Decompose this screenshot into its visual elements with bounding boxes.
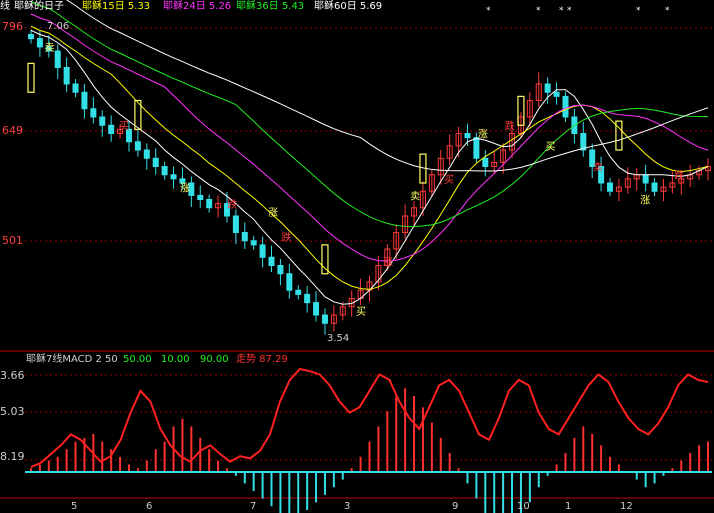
signal-glyph: 跌 xyxy=(674,169,684,182)
low-price-label: 3.54 xyxy=(327,333,350,344)
candle-down xyxy=(206,199,213,209)
candle-down xyxy=(36,38,43,48)
price-axis-label: 649 xyxy=(2,124,23,137)
ma-legend-ma60: 耶稣60日 5.69 xyxy=(314,1,383,12)
price-axis-label: 796 xyxy=(2,20,23,33)
candle-down xyxy=(143,149,150,159)
ma36-line xyxy=(30,1,709,228)
macd-title: 耶稣7线MACD 2 50 xyxy=(26,354,118,365)
signal-glyph: 卖 xyxy=(593,162,603,174)
candle-down xyxy=(197,194,204,200)
candle-down xyxy=(473,137,480,159)
candle-down xyxy=(134,141,141,151)
x-axis-label: 9 xyxy=(452,501,459,512)
candle-down xyxy=(464,133,471,139)
ma-legend-ma36: 耶稣36日 5.43 xyxy=(236,1,305,12)
candle-down xyxy=(54,50,61,68)
x-axis-label: 3 xyxy=(344,501,351,512)
candle-down xyxy=(321,314,328,324)
high-price-label: 7.06 xyxy=(47,21,70,32)
candle-down xyxy=(607,182,614,192)
candle-down xyxy=(241,232,248,242)
signal-glyph: 涨 xyxy=(383,257,393,269)
price-axis-label: 501 xyxy=(2,234,23,247)
ma-legend-ma24: 耶稣24日 5.26 xyxy=(163,1,232,12)
signal-glyph: 涨 xyxy=(640,195,650,207)
candle-down xyxy=(63,67,70,85)
candle-down xyxy=(313,302,320,316)
signal-box xyxy=(27,62,35,93)
star-marker: * xyxy=(536,6,541,16)
candle-down xyxy=(544,83,551,93)
macd-trend-value: 走势 87.29 xyxy=(236,354,288,365)
candle-down xyxy=(108,124,115,134)
candle-down xyxy=(99,116,106,126)
candle-down xyxy=(651,182,658,192)
x-axis-label: 5 xyxy=(71,501,78,512)
signal-glyph: 涨 xyxy=(268,207,278,219)
macd-param: 90.00 xyxy=(200,354,229,365)
candle-down xyxy=(28,34,34,40)
star-marker: * xyxy=(486,6,491,16)
header-indicator-label: 线 xyxy=(0,1,10,12)
signal-glyph: 买 xyxy=(546,141,556,153)
signal-glyph: 买 xyxy=(444,174,454,186)
macd-axis-label: 8.19 xyxy=(0,450,25,463)
chart-canvas[interactable]: * * * * * *卖买涨跌涨跌买涨卖买涨跌买卖涨跌 xyxy=(0,0,714,513)
candle-down xyxy=(170,174,177,180)
x-axis-label: 6 xyxy=(146,501,153,512)
candle-down xyxy=(268,256,275,266)
signal-glyph: 跌 xyxy=(227,198,237,211)
x-axis-label: 7 xyxy=(250,501,257,512)
candle-down xyxy=(81,91,88,110)
candle-down xyxy=(553,91,560,97)
candle-down xyxy=(482,157,489,167)
stock-chart[interactable]: * * * * * * 卖买涨跌涨跌买涨卖买涨跌买卖涨跌 线 耶稣的日子 耶稣15日 5.3… xyxy=(0,0,714,513)
signal-box xyxy=(321,244,329,275)
macd-param: 50.00 xyxy=(123,354,152,365)
candle-down xyxy=(152,157,159,167)
candle-down xyxy=(90,108,97,118)
candle-down xyxy=(161,166,168,176)
candle-down xyxy=(277,265,284,275)
signal-glyph: 卖 xyxy=(45,42,55,54)
signal-glyph: 跌 xyxy=(281,231,291,244)
macd-axis-label: 3.66 xyxy=(0,369,25,382)
candle-down xyxy=(295,289,302,295)
macd-param: 10.00 xyxy=(161,354,190,365)
star-marker: * xyxy=(567,6,572,16)
ma24-line xyxy=(30,13,709,262)
signal-glyph: 涨 xyxy=(478,129,488,141)
candle-down xyxy=(286,273,293,291)
signal-glyph: 跌 xyxy=(505,119,515,132)
x-axis-label: 1 xyxy=(565,501,572,512)
candle-down xyxy=(250,240,257,246)
ma-legend-ma0: 耶稣的日子 xyxy=(14,1,64,12)
candle-down xyxy=(642,174,649,184)
star-marker: * xyxy=(665,6,670,16)
candle-down xyxy=(304,293,311,304)
candle-down xyxy=(562,95,569,118)
star-marker: * xyxy=(636,6,641,16)
candle-down xyxy=(232,215,239,233)
macd-axis-label: 5.03 xyxy=(0,405,25,418)
signal-glyph: 涨 xyxy=(180,182,190,194)
candle-down xyxy=(72,83,79,93)
candle-down xyxy=(259,244,266,258)
x-axis-label: 10 xyxy=(517,501,530,512)
signal-glyph: 卖 xyxy=(410,191,420,203)
ma-legend-ma15: 耶稣15日 5.33 xyxy=(82,1,151,12)
ma15-line xyxy=(30,25,709,290)
signal-glyph: 买 xyxy=(356,306,366,318)
x-axis-label: 12 xyxy=(620,501,633,512)
signal-glyph: 买 xyxy=(119,120,129,132)
ma60-line xyxy=(65,0,709,172)
star-marker: * xyxy=(559,6,564,16)
